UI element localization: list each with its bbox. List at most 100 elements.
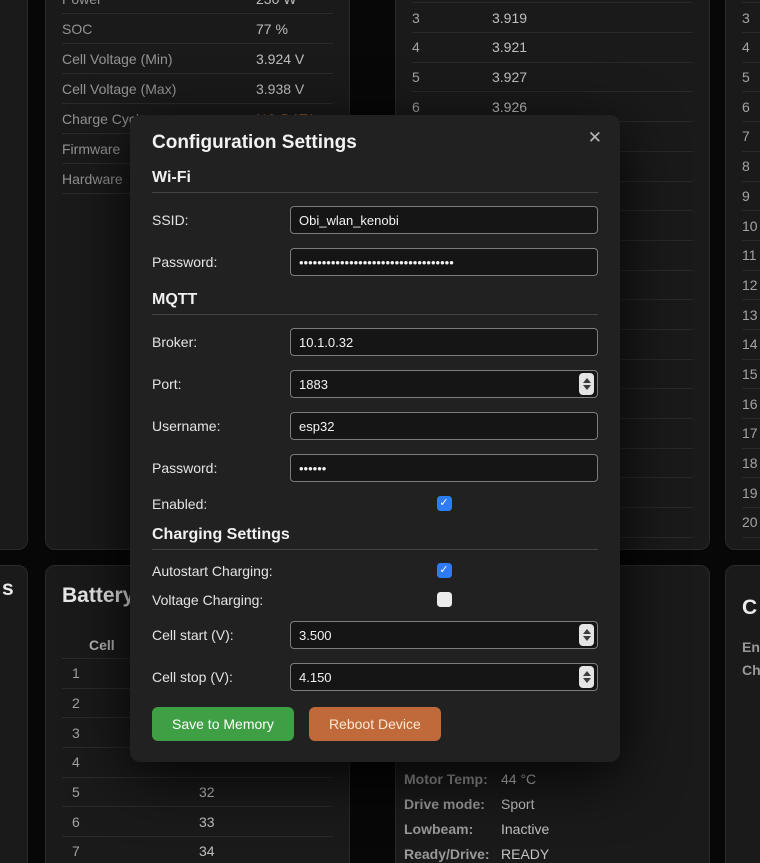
cell-number: 8 xyxy=(742,158,760,174)
cell-start-input-wrap xyxy=(290,621,598,649)
mqtt-password-label: Password: xyxy=(152,460,290,476)
form-row-wifi-password: Password: xyxy=(152,248,598,276)
form-row-broker: Broker: xyxy=(152,328,598,356)
cell-voltage: 3.919 xyxy=(492,10,527,26)
table-row: Cell Voltage (Max) 3.938 V xyxy=(62,74,333,104)
cell-number: 5 xyxy=(62,784,199,800)
status-row: Ready/Drive: READY xyxy=(404,841,701,863)
port-input[interactable] xyxy=(299,377,579,392)
table-row: 9 xyxy=(742,182,760,212)
cell-number: 9 xyxy=(742,188,760,204)
mqtt-password-input[interactable] xyxy=(290,454,598,482)
voltage-charging-checkbox[interactable] xyxy=(437,592,452,607)
stepper-icon[interactable] xyxy=(579,373,594,395)
cell-voltage: 3.926 xyxy=(492,99,527,115)
cell-number: 3 xyxy=(742,10,760,26)
row-label: SOC xyxy=(62,21,256,37)
table-row: 15 xyxy=(742,360,760,390)
table-row: 16 xyxy=(742,389,760,419)
table-row: 4 xyxy=(742,33,760,63)
row-value: 77 % xyxy=(256,21,288,37)
cell-number: 6 xyxy=(412,99,492,115)
cell-number: 15 xyxy=(742,366,760,382)
table-row: 5 3.927 xyxy=(412,63,693,93)
cell-start-input[interactable] xyxy=(299,628,579,643)
cell-number: 4 xyxy=(412,39,492,55)
broker-input[interactable] xyxy=(290,328,598,356)
wifi-password-input[interactable] xyxy=(290,248,598,276)
table-row: 4 3.921 xyxy=(412,33,693,63)
table-row: 5 32 xyxy=(62,778,333,808)
table-row: 14 xyxy=(742,330,760,360)
status-row: Drive mode: Sport xyxy=(404,791,701,816)
status-value: Sport xyxy=(501,796,534,812)
form-row-cell-start: Cell start (V): xyxy=(152,621,598,649)
username-input[interactable] xyxy=(290,412,598,440)
section-heading-mqtt: MQTT xyxy=(152,291,598,315)
cell-number: 20 xyxy=(742,514,760,530)
table-row: 3 xyxy=(742,3,760,33)
table-row: 13 xyxy=(742,300,760,330)
status-row: Motor Temp: 44 °C xyxy=(404,766,701,791)
column-header: Cell xyxy=(89,637,115,653)
form-row-mqtt-password: Password: xyxy=(152,454,598,482)
cell-number: 12 xyxy=(742,277,760,293)
cell-table: 1 2 3 4 5 xyxy=(742,0,760,538)
clipped-label-fragment: Ch xyxy=(742,662,760,678)
cell-number: 7 xyxy=(62,843,199,859)
cell-stop-input-wrap xyxy=(290,663,598,691)
cell-start-label: Cell start (V): xyxy=(152,627,290,643)
cell-number: 6 xyxy=(742,99,760,115)
table-row: 20 xyxy=(742,508,760,538)
table-row: Cell Voltage (Min) 3.924 V xyxy=(62,44,333,74)
voltage-charging-label: Voltage Charging: xyxy=(152,592,290,608)
cell-number: 16 xyxy=(742,396,760,412)
section-heading-wifi: Wi-Fi xyxy=(152,169,598,193)
right-clipped-cell-panel: 1 2 3 4 5 xyxy=(725,0,760,550)
table-row: Power 230 W xyxy=(62,0,333,14)
clipped-heading-fragment: s xyxy=(2,578,27,600)
form-row-voltage-charging: Voltage Charging: xyxy=(152,592,598,607)
cell-stop-input[interactable] xyxy=(299,670,579,685)
form-row-port: Port: xyxy=(152,370,598,398)
cell-stop-label: Cell stop (V): xyxy=(152,669,290,685)
autostart-charging-checkbox[interactable] xyxy=(437,563,452,578)
table-row: 3 3.919 xyxy=(412,3,693,33)
broker-label: Broker: xyxy=(152,334,290,350)
stepper-icon[interactable] xyxy=(579,666,594,688)
mqtt-enabled-checkbox[interactable] xyxy=(437,496,452,511)
status-value: 44 °C xyxy=(501,771,536,787)
status-row: Lowbeam: Inactive xyxy=(404,816,701,841)
table-row: 6 33 xyxy=(62,807,333,837)
status-label: Motor Temp: xyxy=(404,771,501,787)
port-input-wrap xyxy=(290,370,598,398)
table-row: 10 xyxy=(742,211,760,241)
status-value: READY xyxy=(501,846,549,862)
save-to-memory-button[interactable]: Save to Memory xyxy=(152,707,294,741)
cell-value: 32 xyxy=(199,784,215,800)
row-value: 3.924 V xyxy=(256,51,304,67)
form-row-enabled: Enabled: xyxy=(152,496,598,511)
cell-number: 3 xyxy=(412,10,492,26)
table-row: 8 xyxy=(742,152,760,182)
table-row: 5 xyxy=(742,63,760,93)
cell-number: 4 xyxy=(742,39,760,55)
clipped-label-fragment: En xyxy=(742,639,760,655)
cell-number: 5 xyxy=(742,69,760,85)
cell-number: 6 xyxy=(62,814,199,830)
close-icon[interactable]: ✕ xyxy=(588,129,602,146)
cell-number: 18 xyxy=(742,455,760,471)
table-row: 12 xyxy=(742,271,760,301)
section-heading-charging: Charging Settings xyxy=(152,526,598,550)
ssid-label: SSID: xyxy=(152,212,290,228)
left-clipped-panel-top xyxy=(0,0,28,550)
ssid-input[interactable] xyxy=(290,206,598,234)
cell-voltage: 3.927 xyxy=(492,69,527,85)
cell-value: 34 xyxy=(199,843,215,859)
row-value: 230 W xyxy=(256,0,296,7)
stepper-icon[interactable] xyxy=(579,624,594,646)
reboot-device-button[interactable]: Reboot Device xyxy=(309,707,441,741)
form-row-cell-stop: Cell stop (V): xyxy=(152,663,598,691)
table-row: 7 34 xyxy=(62,837,333,863)
clipped-heading-fragment: C xyxy=(742,594,760,621)
